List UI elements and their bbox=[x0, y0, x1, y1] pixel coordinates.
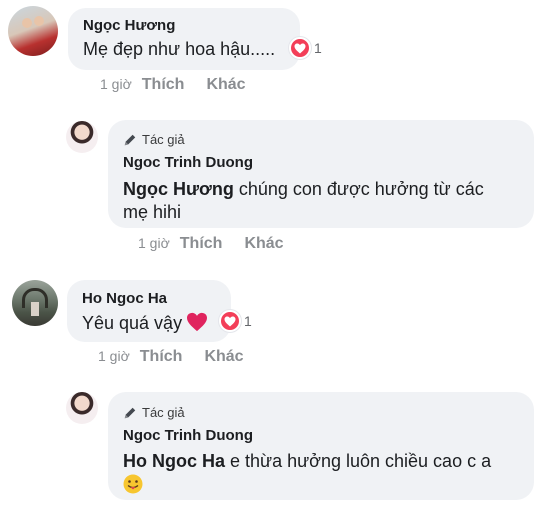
reply-time[interactable]: 1 giờ bbox=[138, 235, 170, 251]
reply-text: Ngọc Hương chúng con được hưởng từ các bbox=[123, 179, 484, 199]
more-button[interactable]: Khác bbox=[244, 235, 283, 253]
comment-text: Mẹ đẹp như hoa hậu..... bbox=[83, 39, 276, 59]
comment-author[interactable]: Ngọc Hương bbox=[83, 17, 175, 34]
like-button[interactable]: Thích bbox=[142, 76, 185, 94]
mention-link[interactable]: Ngọc Hương bbox=[123, 179, 234, 199]
reaction-count: 1 bbox=[314, 40, 322, 56]
like-button[interactable]: Thích bbox=[140, 348, 183, 366]
comment-time[interactable]: 1 giờ bbox=[100, 76, 132, 92]
heart-icon bbox=[187, 312, 208, 332]
mention-link[interactable]: Ho Ngoc Ha bbox=[123, 451, 225, 471]
grinning-tongue-emoji bbox=[123, 474, 143, 494]
pencil-icon bbox=[124, 407, 136, 418]
reaction-summary[interactable]: 1 bbox=[289, 37, 322, 59]
comment-actions: 1 giờ Thích Khác bbox=[98, 348, 266, 366]
author-badge: Tác giả bbox=[123, 132, 185, 147]
avatar-ngoc-huong[interactable] bbox=[8, 6, 58, 56]
reply-text: Ho Ngoc Ha e thừa hưởng luôn chiều cao c… bbox=[123, 451, 492, 471]
heart-icon bbox=[289, 37, 311, 59]
pencil-icon bbox=[124, 134, 136, 145]
comment-author[interactable]: Ho Ngoc Ha bbox=[82, 290, 167, 307]
comment-actions: 1 giờ Thích Khác bbox=[100, 76, 268, 94]
comment-text: Yêu quá vậy bbox=[82, 312, 208, 334]
avatar-ngoc-trinh-duong[interactable] bbox=[66, 392, 98, 424]
author-badge-label: Tác giả bbox=[142, 132, 185, 147]
heart-icon bbox=[219, 310, 241, 332]
reaction-summary[interactable]: 1 bbox=[219, 310, 252, 332]
reply-author[interactable]: Ngoc Trinh Duong bbox=[123, 427, 253, 444]
author-badge-label: Tác giả bbox=[142, 405, 185, 420]
more-button[interactable]: Khác bbox=[206, 76, 245, 94]
more-button[interactable]: Khác bbox=[204, 348, 243, 366]
reaction-count: 1 bbox=[244, 313, 252, 329]
like-button[interactable]: Thích bbox=[180, 235, 223, 253]
comment-time[interactable]: 1 giờ bbox=[98, 348, 130, 364]
author-badge: Tác giả bbox=[123, 405, 185, 420]
reply-actions: 1 giờ Thích Khác bbox=[138, 235, 306, 253]
avatar-ho-ngoc-ha[interactable] bbox=[12, 280, 58, 326]
reply-text-line2: mẹ hihi bbox=[123, 202, 182, 222]
avatar-ngoc-trinh-duong[interactable] bbox=[66, 121, 98, 153]
reply-author[interactable]: Ngoc Trinh Duong bbox=[123, 154, 253, 171]
